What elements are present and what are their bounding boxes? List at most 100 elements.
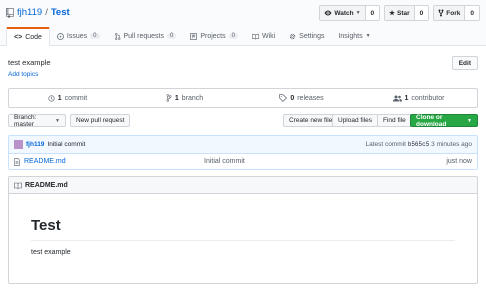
latest-commit-prefix: Latest commit	[365, 141, 406, 148]
watch-button[interactable]: Watch ▼	[320, 6, 366, 20]
tab-issues-count: 0	[90, 33, 100, 39]
tab-projects-count: 0	[228, 33, 238, 39]
new-pull-request-button[interactable]: New pull request	[70, 114, 131, 127]
star-label: Star	[397, 9, 410, 17]
chevron-down-icon: ▼	[55, 117, 60, 124]
tab-wiki-label: Wiki	[261, 32, 276, 40]
star-button[interactable]: ★ Star	[385, 6, 415, 20]
star-icon: ★	[389, 10, 395, 17]
watch-count[interactable]: 0	[365, 6, 380, 20]
book-icon	[14, 182, 22, 189]
branch-select-label: Branch: master	[14, 113, 37, 128]
tab-pull-requests[interactable]: Pull requests 0	[107, 27, 184, 45]
find-file-button[interactable]: Find file	[377, 114, 412, 127]
latest-commit-info: Latest commit b565c5 3 minutes ago	[365, 141, 472, 148]
commits-count: 1	[57, 94, 62, 102]
avatar[interactable]	[14, 140, 23, 149]
contributors-stat[interactable]: 1 contributor	[360, 89, 477, 107]
repo-description: test example	[8, 58, 51, 67]
branch-select-button[interactable]: Branch: master ▼	[8, 113, 66, 128]
star-button-group: ★ Star 0	[384, 5, 430, 21]
fork-button[interactable]: Fork	[434, 6, 466, 20]
readme-body: test example	[31, 249, 71, 256]
add-topics-link[interactable]: Add topics	[8, 71, 38, 78]
tab-insights[interactable]: Insights ▼	[331, 27, 377, 45]
repo-stats-bar: 1 commit 1 branch 0 releases 1 contribut…	[8, 88, 478, 108]
file-browser: fjh119 Initial commit Latest commit b565…	[8, 135, 478, 170]
repo-nav-tabs: <> Code Issues 0 Pull requests 0 Project…	[6, 27, 378, 46]
chevron-down-icon: ▼	[365, 33, 371, 39]
table-row: README.md Initial commit just now	[9, 154, 477, 169]
eye-icon	[324, 10, 332, 16]
fork-button-group: Fork 0	[433, 5, 480, 21]
commit-author-link[interactable]: fjh119	[26, 141, 44, 148]
gear-icon	[289, 33, 296, 39]
chevron-down-icon: ▼	[467, 117, 472, 124]
code-icon: <>	[14, 33, 23, 41]
tab-code[interactable]: <> Code	[6, 27, 50, 46]
issue-icon	[57, 32, 64, 40]
watch-button-group: Watch ▼ 0	[319, 5, 381, 21]
readme-header: README.md	[9, 177, 477, 194]
branches-count: 1	[174, 94, 179, 102]
branches-stat[interactable]: 1 branch	[126, 89, 243, 107]
tab-settings[interactable]: Settings	[282, 27, 331, 45]
repo-icon	[6, 7, 14, 18]
latest-commit-bar: fjh119 Initial commit Latest commit b565…	[9, 136, 477, 154]
clone-download-label: Clone or download	[416, 113, 447, 128]
readme-title: README.md	[25, 181, 68, 189]
releases-label: releases	[297, 94, 324, 102]
tab-pull-requests-label: Pull requests	[123, 32, 164, 40]
commits-label: commit	[64, 94, 88, 102]
edit-button[interactable]: Edit	[451, 56, 478, 70]
contributors-count: 1	[404, 94, 409, 102]
readme-divider	[31, 240, 455, 241]
tab-issues-label: Issues	[66, 32, 88, 40]
repo-actions: Watch ▼ 0 ★ Star 0 Fork 0	[319, 5, 480, 21]
history-icon	[48, 94, 55, 102]
tab-code-label: Code	[25, 33, 42, 41]
file-commit-message-link[interactable]: Initial commit	[204, 158, 446, 165]
readme-panel: README.md Test test example	[8, 176, 478, 284]
project-icon	[190, 32, 198, 40]
commit-age: 3 minutes ago	[431, 141, 472, 148]
create-new-file-button[interactable]: Create new file	[283, 114, 339, 127]
tab-issues[interactable]: Issues 0	[50, 27, 107, 45]
pull-request-icon	[114, 32, 120, 40]
clone-download-button[interactable]: Clone or download ▼	[410, 113, 478, 128]
commits-stat[interactable]: 1 commit	[9, 89, 126, 107]
tab-projects[interactable]: Projects 0	[183, 27, 245, 45]
file-link-readme[interactable]: README.md	[24, 158, 66, 165]
fork-icon	[438, 9, 444, 17]
tab-pull-requests-count: 0	[166, 33, 177, 39]
repo-owner-link[interactable]: fjh119	[17, 7, 42, 18]
branches-label: branch	[181, 94, 204, 102]
repo-separator: /	[45, 7, 48, 18]
branch-icon	[166, 94, 172, 102]
book-icon	[252, 33, 259, 39]
tab-insights-label: Insights	[338, 32, 363, 40]
file-toolbar: Branch: master ▼ New pull request Create…	[8, 114, 478, 128]
file-age: just now	[446, 158, 472, 165]
upload-files-button[interactable]: Upload files	[332, 114, 378, 127]
fork-label: Fork	[446, 9, 461, 17]
tab-settings-label: Settings	[299, 32, 325, 40]
repo-header: fjh119 / Test Watch ▼ 0 ★ Star 0 Fork 0	[0, 0, 486, 46]
watch-label: Watch	[334, 9, 354, 17]
file-icon	[14, 157, 20, 166]
tab-wiki[interactable]: Wiki	[245, 27, 282, 45]
commit-message-link[interactable]: Initial commit	[47, 141, 85, 148]
repo-name-link[interactable]: Test	[51, 7, 70, 18]
file-name-cell: README.md	[14, 157, 204, 166]
repo-title: fjh119 / Test	[6, 7, 70, 18]
releases-stat[interactable]: 0 releases	[243, 89, 360, 107]
people-icon	[392, 95, 402, 101]
releases-count: 0	[290, 94, 295, 102]
tab-projects-label: Projects	[200, 32, 226, 40]
star-count[interactable]: 0	[414, 6, 429, 20]
readme-heading: Test	[31, 217, 61, 234]
chevron-down-icon: ▼	[355, 10, 361, 16]
contributors-label: contributor	[411, 94, 445, 102]
commit-sha-link[interactable]: b565c5	[408, 141, 430, 148]
fork-count[interactable]: 0	[465, 6, 479, 20]
